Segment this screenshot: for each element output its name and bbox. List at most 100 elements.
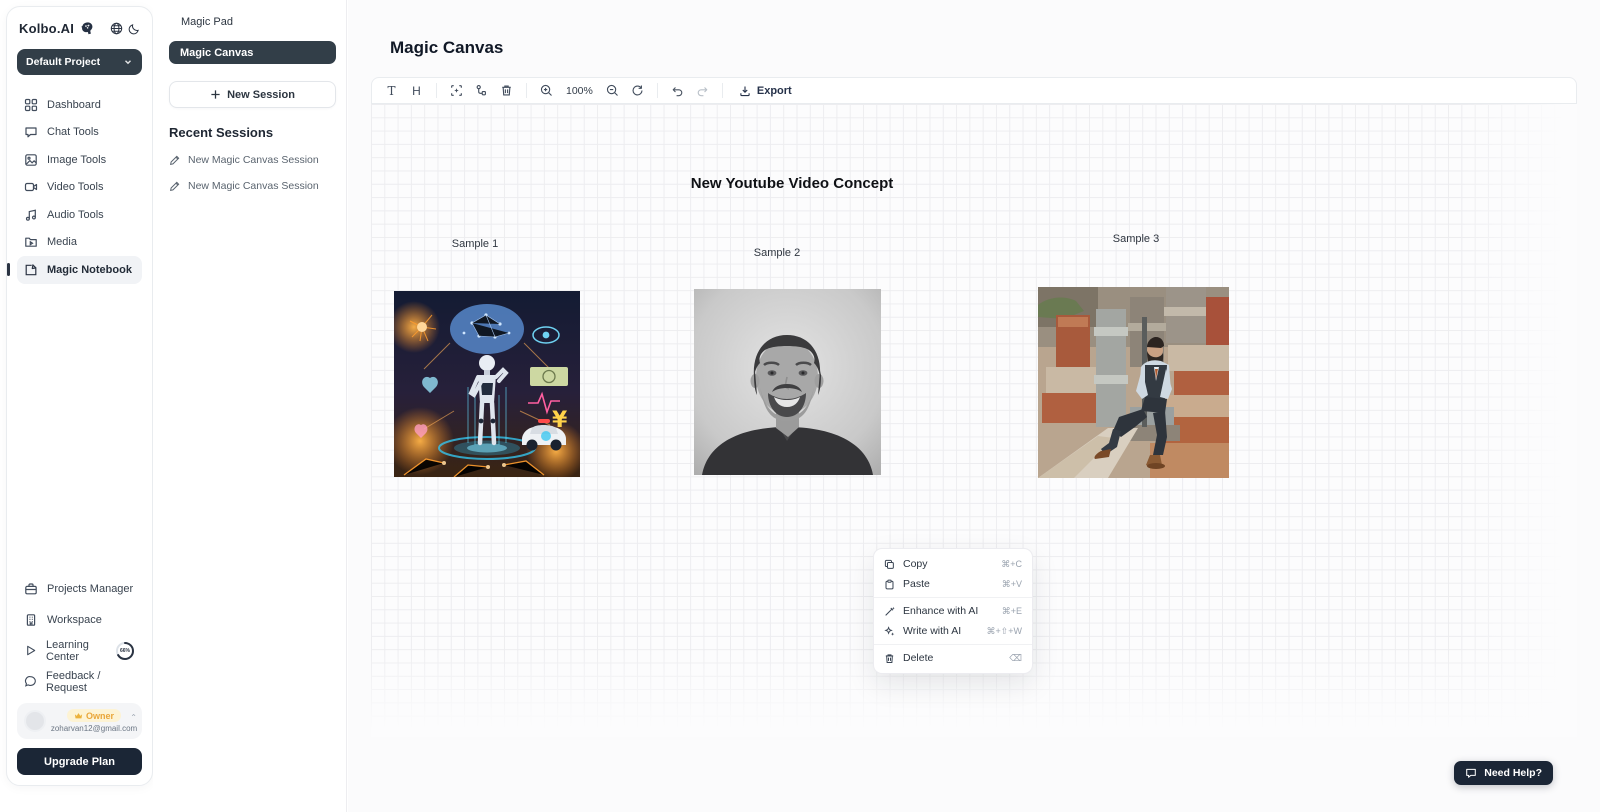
need-help-button[interactable]: Need Help? bbox=[1454, 761, 1553, 785]
sidebar-item-audio-tools[interactable]: Audio Tools bbox=[17, 201, 142, 229]
brand-logo: Kolbo.AI bbox=[19, 21, 74, 36]
flow-tool-button[interactable] bbox=[470, 80, 493, 101]
feedback-bubble-icon bbox=[24, 675, 37, 688]
delete-tool-button[interactable] bbox=[495, 80, 518, 101]
avatar bbox=[24, 710, 46, 732]
user-account-card[interactable]: Owner zoharvan12@gmail.com ⌃ bbox=[17, 703, 142, 739]
sample-3-image[interactable] bbox=[1038, 287, 1229, 478]
trash-icon bbox=[884, 653, 895, 664]
menu-item-label: Enhance with AI bbox=[903, 605, 978, 617]
recent-sessions-heading: Recent Sessions bbox=[169, 125, 336, 140]
need-help-label: Need Help? bbox=[1484, 767, 1542, 779]
magic-canvas-label: Magic Canvas bbox=[180, 47, 253, 59]
zoom-out-button[interactable] bbox=[601, 80, 624, 101]
building-icon bbox=[24, 613, 38, 627]
export-label: Export bbox=[757, 85, 792, 97]
menu-item-label: Delete bbox=[903, 652, 933, 664]
pencil-icon bbox=[169, 155, 180, 166]
sidebar-item-image-tools[interactable]: Image Tools bbox=[17, 146, 142, 174]
session-list-item[interactable]: New Magic Canvas Session bbox=[169, 154, 336, 166]
chevron-down-icon bbox=[123, 57, 133, 67]
sidebar-item-projects-manager[interactable]: Projects Manager bbox=[17, 573, 142, 604]
briefcase-icon bbox=[24, 582, 38, 596]
notebook-icon bbox=[24, 263, 38, 277]
sample-1-label[interactable]: Sample 1 bbox=[452, 238, 498, 250]
menu-item-delete[interactable]: Delete ⌫ bbox=[874, 648, 1032, 668]
sidebar-item-label: Video Tools bbox=[47, 181, 103, 193]
sidebar-item-dashboard[interactable]: Dashboard bbox=[17, 91, 142, 119]
plus-icon bbox=[210, 89, 221, 100]
session-list-item[interactable]: New Magic Canvas Session bbox=[169, 180, 336, 192]
sidebar-item-label: Media bbox=[47, 236, 77, 248]
menu-item-paste[interactable]: Paste ⌘+V bbox=[874, 574, 1032, 594]
chat-icon bbox=[24, 125, 38, 139]
sidebar-nav: Dashboard Chat Tools Image Tools Video T… bbox=[17, 91, 142, 284]
sidebar-item-label: Image Tools bbox=[47, 154, 106, 166]
ai-select-button[interactable] bbox=[445, 80, 468, 101]
sidebar-item-label: Workspace bbox=[47, 614, 102, 626]
text-tool-icon: T bbox=[387, 84, 395, 98]
new-session-button[interactable]: New Session bbox=[169, 81, 336, 108]
language-globe-icon[interactable] bbox=[110, 22, 123, 35]
dark-mode-moon-icon[interactable] bbox=[128, 23, 140, 35]
sidebar-item-video-tools[interactable]: Video Tools bbox=[17, 174, 142, 202]
redo-icon bbox=[696, 84, 709, 97]
sample-2-image[interactable] bbox=[694, 289, 881, 475]
magic-pad-item[interactable]: Magic Pad bbox=[169, 14, 336, 28]
menu-item-label: Write with AI bbox=[903, 625, 961, 637]
sample-1-image[interactable]: ¥ bbox=[394, 291, 580, 477]
undo-icon bbox=[671, 84, 684, 97]
sidebar-item-media[interactable]: Media bbox=[17, 229, 142, 257]
ai-select-icon bbox=[450, 84, 463, 97]
sidebar-item-label: Audio Tools bbox=[47, 209, 104, 221]
text-tool-button[interactable]: T bbox=[380, 80, 403, 101]
sample-2-label[interactable]: Sample 2 bbox=[754, 247, 800, 259]
chevron-icon: ⌃ bbox=[130, 713, 137, 722]
menu-shortcut: ⌘+E bbox=[1002, 606, 1022, 617]
upgrade-plan-button[interactable]: Upgrade Plan bbox=[17, 748, 142, 775]
magic-canvas-item[interactable]: Magic Canvas bbox=[169, 41, 336, 64]
reset-view-button[interactable] bbox=[626, 80, 649, 101]
redo-button[interactable] bbox=[691, 80, 714, 101]
play-icon bbox=[24, 644, 37, 657]
sidebar-item-learning-center[interactable]: Learning Center 66% bbox=[17, 635, 142, 666]
canvas-title-text[interactable]: New Youtube Video Concept bbox=[691, 175, 894, 192]
menu-item-label: Paste bbox=[903, 578, 930, 590]
sidebar-item-workspace[interactable]: Workspace bbox=[17, 604, 142, 635]
heading-tool-button[interactable]: H bbox=[405, 80, 428, 101]
sidebar-item-label: Feedback / Request bbox=[46, 670, 135, 694]
project-selector[interactable]: Default Project bbox=[17, 49, 142, 75]
menu-shortcut: ⌘+V bbox=[1002, 579, 1022, 590]
sample-3-label[interactable]: Sample 3 bbox=[1113, 233, 1159, 245]
sidebar-item-label: Chat Tools bbox=[47, 126, 99, 138]
sidebar-item-feedback[interactable]: Feedback / Request bbox=[17, 666, 142, 697]
sparkles-icon bbox=[884, 626, 895, 637]
canvas-grid[interactable]: New Youtube Video Concept Sample 1 Sampl… bbox=[371, 104, 1577, 737]
sidebar-item-label: Projects Manager bbox=[47, 583, 133, 595]
menu-separator bbox=[874, 644, 1032, 645]
menu-item-enhance-with-ai[interactable]: Enhance with AI ⌘+E bbox=[874, 601, 1032, 621]
menu-item-write-with-ai[interactable]: Write with AI ⌘+⇧+W bbox=[874, 621, 1032, 641]
export-button[interactable]: Export bbox=[731, 80, 800, 101]
session-panel: Magic Pad Magic Canvas New Session Recen… bbox=[153, 0, 347, 812]
video-icon bbox=[24, 180, 38, 194]
sidebar-item-chat-tools[interactable]: Chat Tools bbox=[17, 119, 142, 147]
project-selector-label: Default Project bbox=[26, 56, 100, 68]
copy-icon bbox=[884, 559, 895, 570]
menu-item-label: Copy bbox=[903, 558, 928, 570]
trash-icon bbox=[500, 84, 513, 97]
primary-sidebar: Kolbo.AI Default Project Dashboard Chat … bbox=[6, 6, 153, 786]
zoom-level-value[interactable]: 100% bbox=[560, 85, 599, 97]
session-item-label: New Magic Canvas Session bbox=[188, 180, 319, 192]
audio-icon bbox=[24, 208, 38, 222]
sidebar-bottom: Projects Manager Workspace Learning Cent… bbox=[17, 573, 142, 775]
sidebar-item-label: Dashboard bbox=[47, 99, 101, 111]
sidebar-item-magic-notebook[interactable]: Magic Notebook bbox=[17, 256, 142, 284]
undo-button[interactable] bbox=[666, 80, 689, 101]
image-icon bbox=[24, 153, 38, 167]
menu-item-copy[interactable]: Copy ⌘+C bbox=[874, 554, 1032, 574]
menu-shortcut: ⌘+⇧+W bbox=[986, 626, 1022, 637]
zoom-in-button[interactable] bbox=[535, 80, 558, 101]
menu-shortcut: ⌫ bbox=[1009, 653, 1022, 664]
help-chat-icon bbox=[1465, 767, 1477, 779]
